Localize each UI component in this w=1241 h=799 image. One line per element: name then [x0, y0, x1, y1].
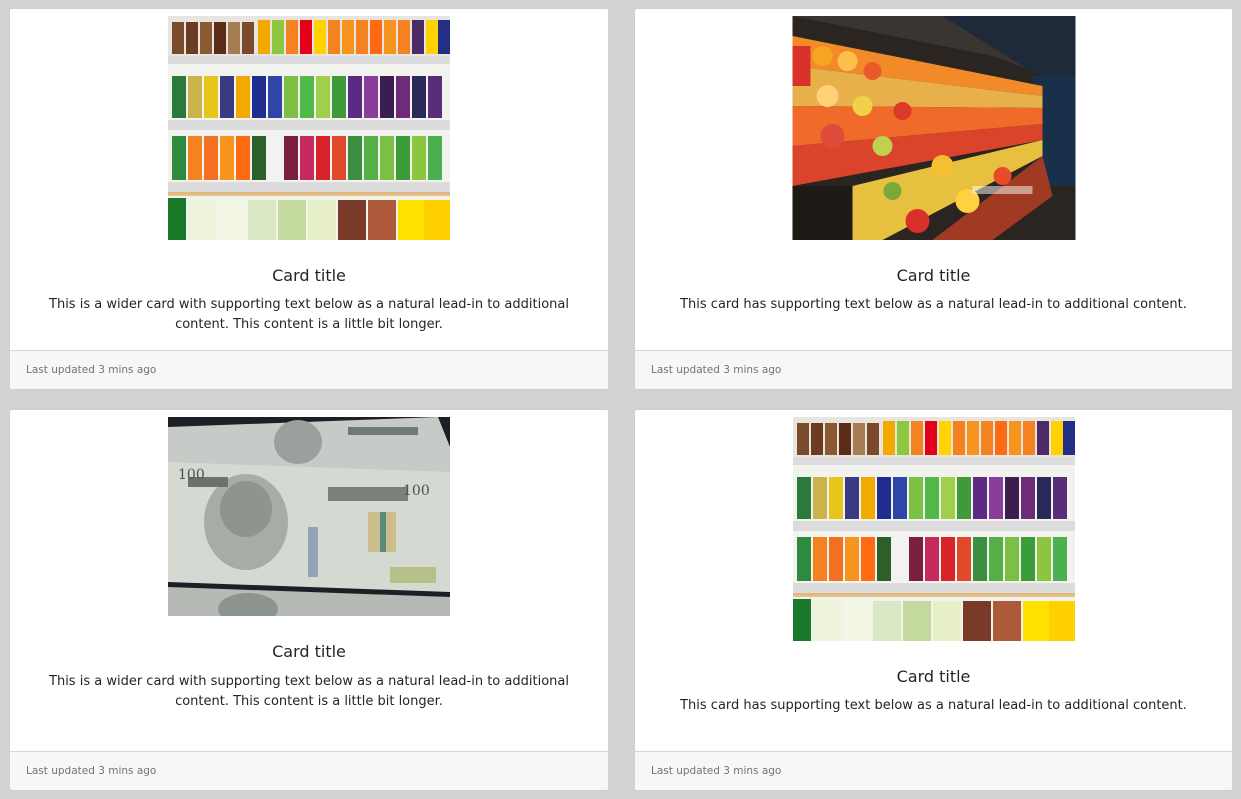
card-body: Card title This card has supporting text… — [635, 410, 1232, 751]
svg-text:100: 100 — [403, 483, 430, 499]
card-text: This card has supporting text below as a… — [680, 297, 1187, 312]
card-1: Card title This is a wider card with sup… — [9, 8, 609, 390]
card-4: Card title This card has supporting text… — [634, 409, 1233, 791]
soda-shelf-image — [168, 16, 450, 240]
card-body: 100 100 Card title This is a wider card … — [10, 410, 608, 751]
card-text: This is a wider card with supporting tex… — [49, 674, 569, 709]
dollar-bills-image: 100 100 — [168, 417, 450, 616]
card-text: This is a wider card with supporting tex… — [49, 297, 569, 332]
card-title: Card title — [896, 266, 971, 285]
card-2: Card title This card has supporting text… — [634, 8, 1233, 390]
card-title: Card title — [272, 642, 346, 661]
svg-text:100: 100 — [178, 467, 205, 483]
card-text: This card has supporting text below as a… — [680, 698, 1187, 713]
card-footer: Last updated 3 mins ago — [635, 751, 1232, 790]
card-title: Card title — [272, 266, 346, 285]
produce-aisle-image — [792, 16, 1075, 240]
soda-shelf-image — [792, 417, 1075, 641]
card-title: Card title — [896, 667, 971, 686]
card-body: Card title This is a wider card with sup… — [10, 9, 608, 350]
card-footer: Last updated 3 mins ago — [635, 350, 1232, 389]
card-footer: Last updated 3 mins ago — [10, 350, 608, 389]
card-footer: Last updated 3 mins ago — [10, 751, 608, 790]
card-3: 100 100 Card title This is a wider card … — [9, 409, 609, 791]
card-body: Card title This card has supporting text… — [635, 9, 1232, 350]
